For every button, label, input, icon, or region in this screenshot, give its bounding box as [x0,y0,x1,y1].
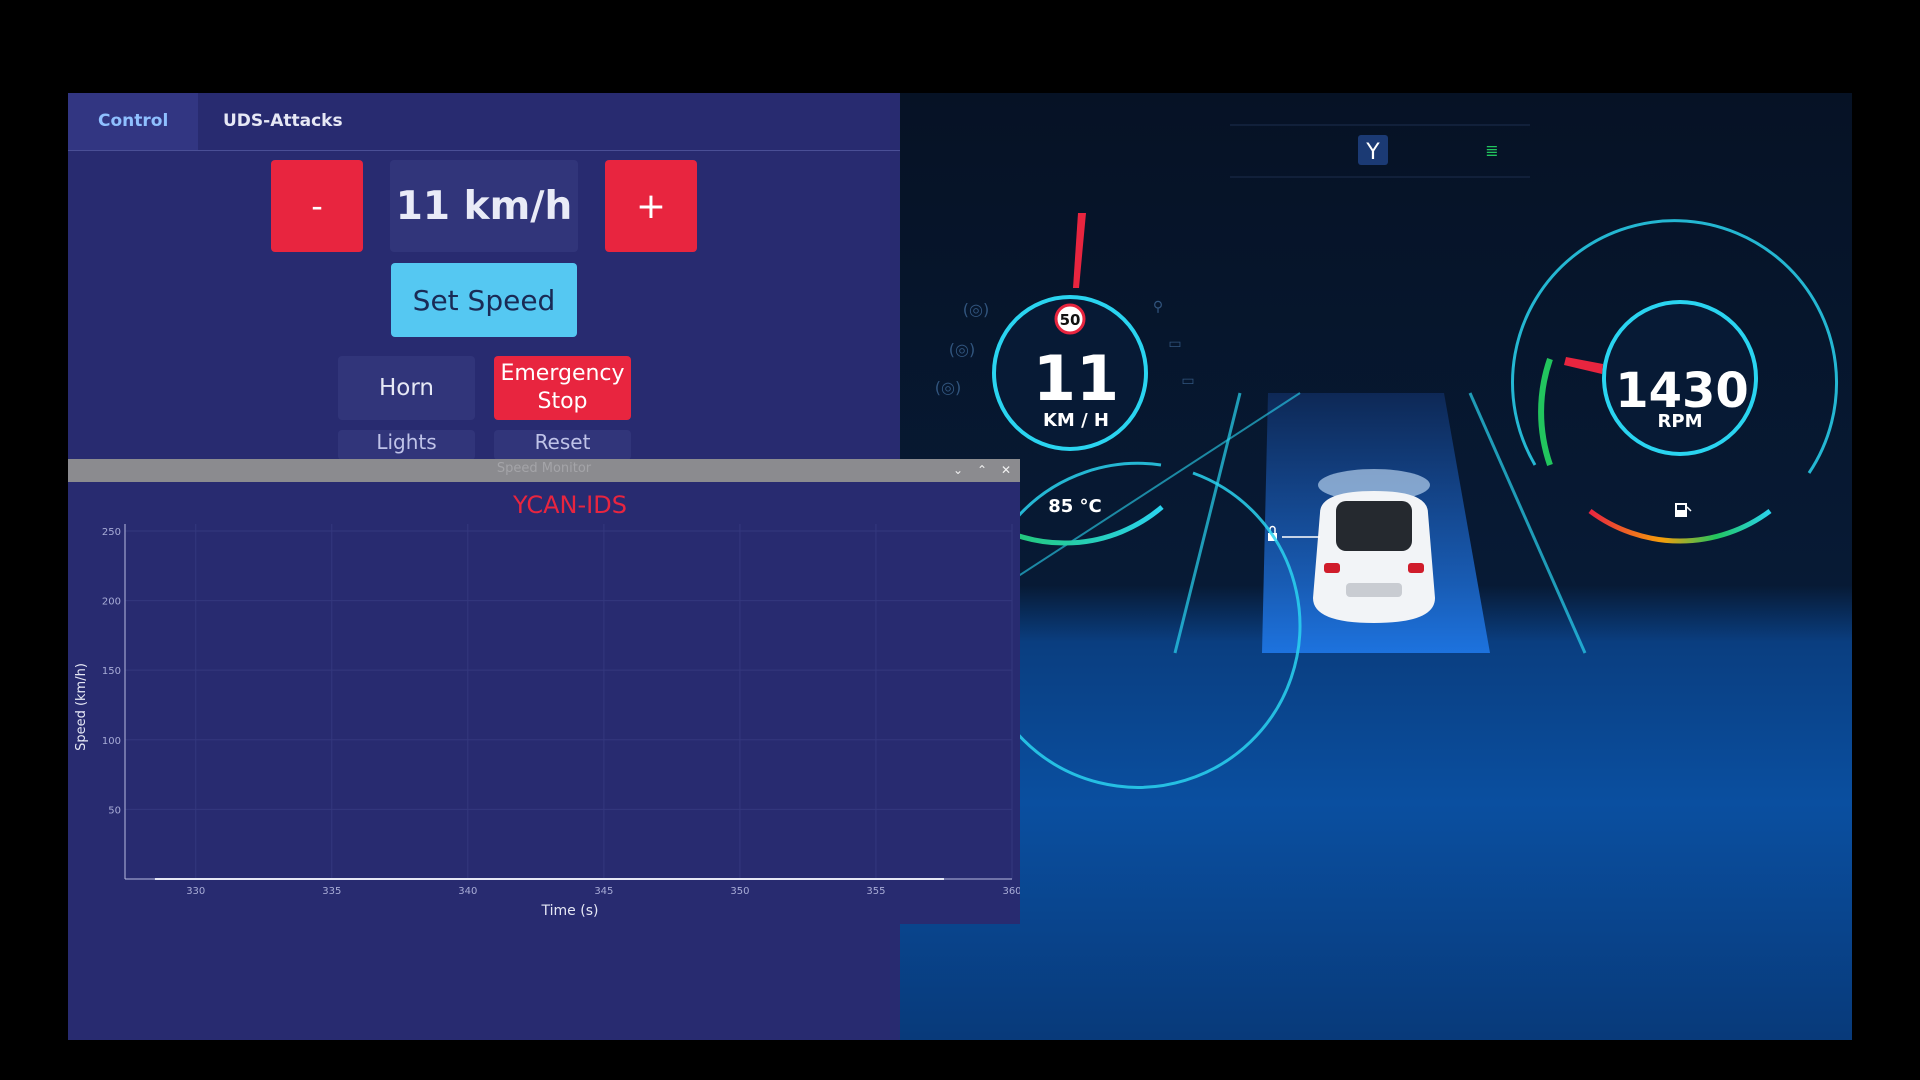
tire-pressure-icon: (◎) [963,300,989,319]
abs-icon: (◎) [935,378,961,397]
instrument-cluster: Y ≣ 50 11 KM / H 85 °C (◎) (◎) (◎) ⚲ ▭ ▭… [900,93,1852,1040]
y-tick-label: 200 [102,597,121,608]
tab-bar: Control UDS-Attacks [68,93,900,151]
fork-icon: Y [1365,140,1380,165]
window-titlebar[interactable]: Speed Monitor ⌄ ⌃ ✕ [68,459,1020,482]
emergency-stop-button[interactable]: Emergency Stop [494,356,631,420]
x-tick-label: 345 [594,886,613,897]
set-speed-button[interactable]: Set Speed [391,263,577,337]
speed-value: 11 [1033,342,1119,415]
x-tick-label: 355 [866,886,885,897]
increase-speed-button[interactable]: + [605,160,697,252]
x-tick-label: 340 [458,886,477,897]
fuel-icon [1675,503,1692,517]
speed-readout: 11 km/h [390,160,578,252]
maximize-icon[interactable]: ⌃ [974,462,990,478]
speed-chart: YCAN-IDS 330 335 340 345 350 355 360 50 100 150 20… [74,491,1020,919]
horn-button[interactable]: Horn [338,356,475,420]
speed-limit-value: 50 [1060,311,1081,329]
x-tick-label: 330 [186,886,205,897]
y-axis-label: Speed (km/h) [74,663,89,751]
rpm-gauge: 1430 RPM [1511,219,1839,544]
seatbelt-icon: ▭ [1168,336,1181,352]
steering-icon: ⚲ [1153,299,1163,315]
y-tick-label: 150 [102,666,121,677]
rpm-needle [1564,357,1603,374]
car-image [1313,469,1435,623]
chart-axes [124,524,1012,880]
headlight-icon: ≣ [1485,141,1498,160]
temperature-readout: 85 °C [1048,496,1102,517]
chart-watermark: YCAN-IDS [512,491,627,519]
x-tick-label: 350 [730,886,749,897]
y-tick-label: 100 [102,736,121,747]
top-indicator-bar: Y ≣ [1230,124,1530,178]
reset-button[interactable]: Reset [494,430,631,460]
speed-monitor-window: Speed Monitor ⌄ ⌃ ✕ YCAN-IDS 330 335 340 34… [68,459,1020,924]
battery-icon: ▭ [1181,373,1194,389]
lights-button[interactable]: Lights [338,430,475,460]
decrease-speed-button[interactable]: - [271,160,363,252]
close-icon[interactable]: ✕ [998,462,1014,478]
x-tick-label: 360 [1002,886,1020,897]
y-tick-label: 250 [102,527,121,538]
chart-grid [125,524,1013,879]
speed-needle [1073,213,1086,288]
chart-ticks: 330 335 340 345 350 355 360 50 100 150 200 250 [102,527,1020,897]
minimize-icon[interactable]: ⌄ [950,462,966,478]
x-tick-label: 335 [322,886,341,897]
tab-control[interactable]: Control [68,93,199,150]
y-tick-label: 50 [108,805,121,816]
brake-warning-icon: (◎) [949,340,975,359]
window-title: Speed Monitor [496,461,592,476]
speed-unit: KM / H [1043,410,1109,431]
rpm-unit: RPM [1658,411,1703,432]
x-axis-label: Time (s) [541,903,599,919]
tab-uds-attacks[interactable]: UDS-Attacks [193,93,373,150]
